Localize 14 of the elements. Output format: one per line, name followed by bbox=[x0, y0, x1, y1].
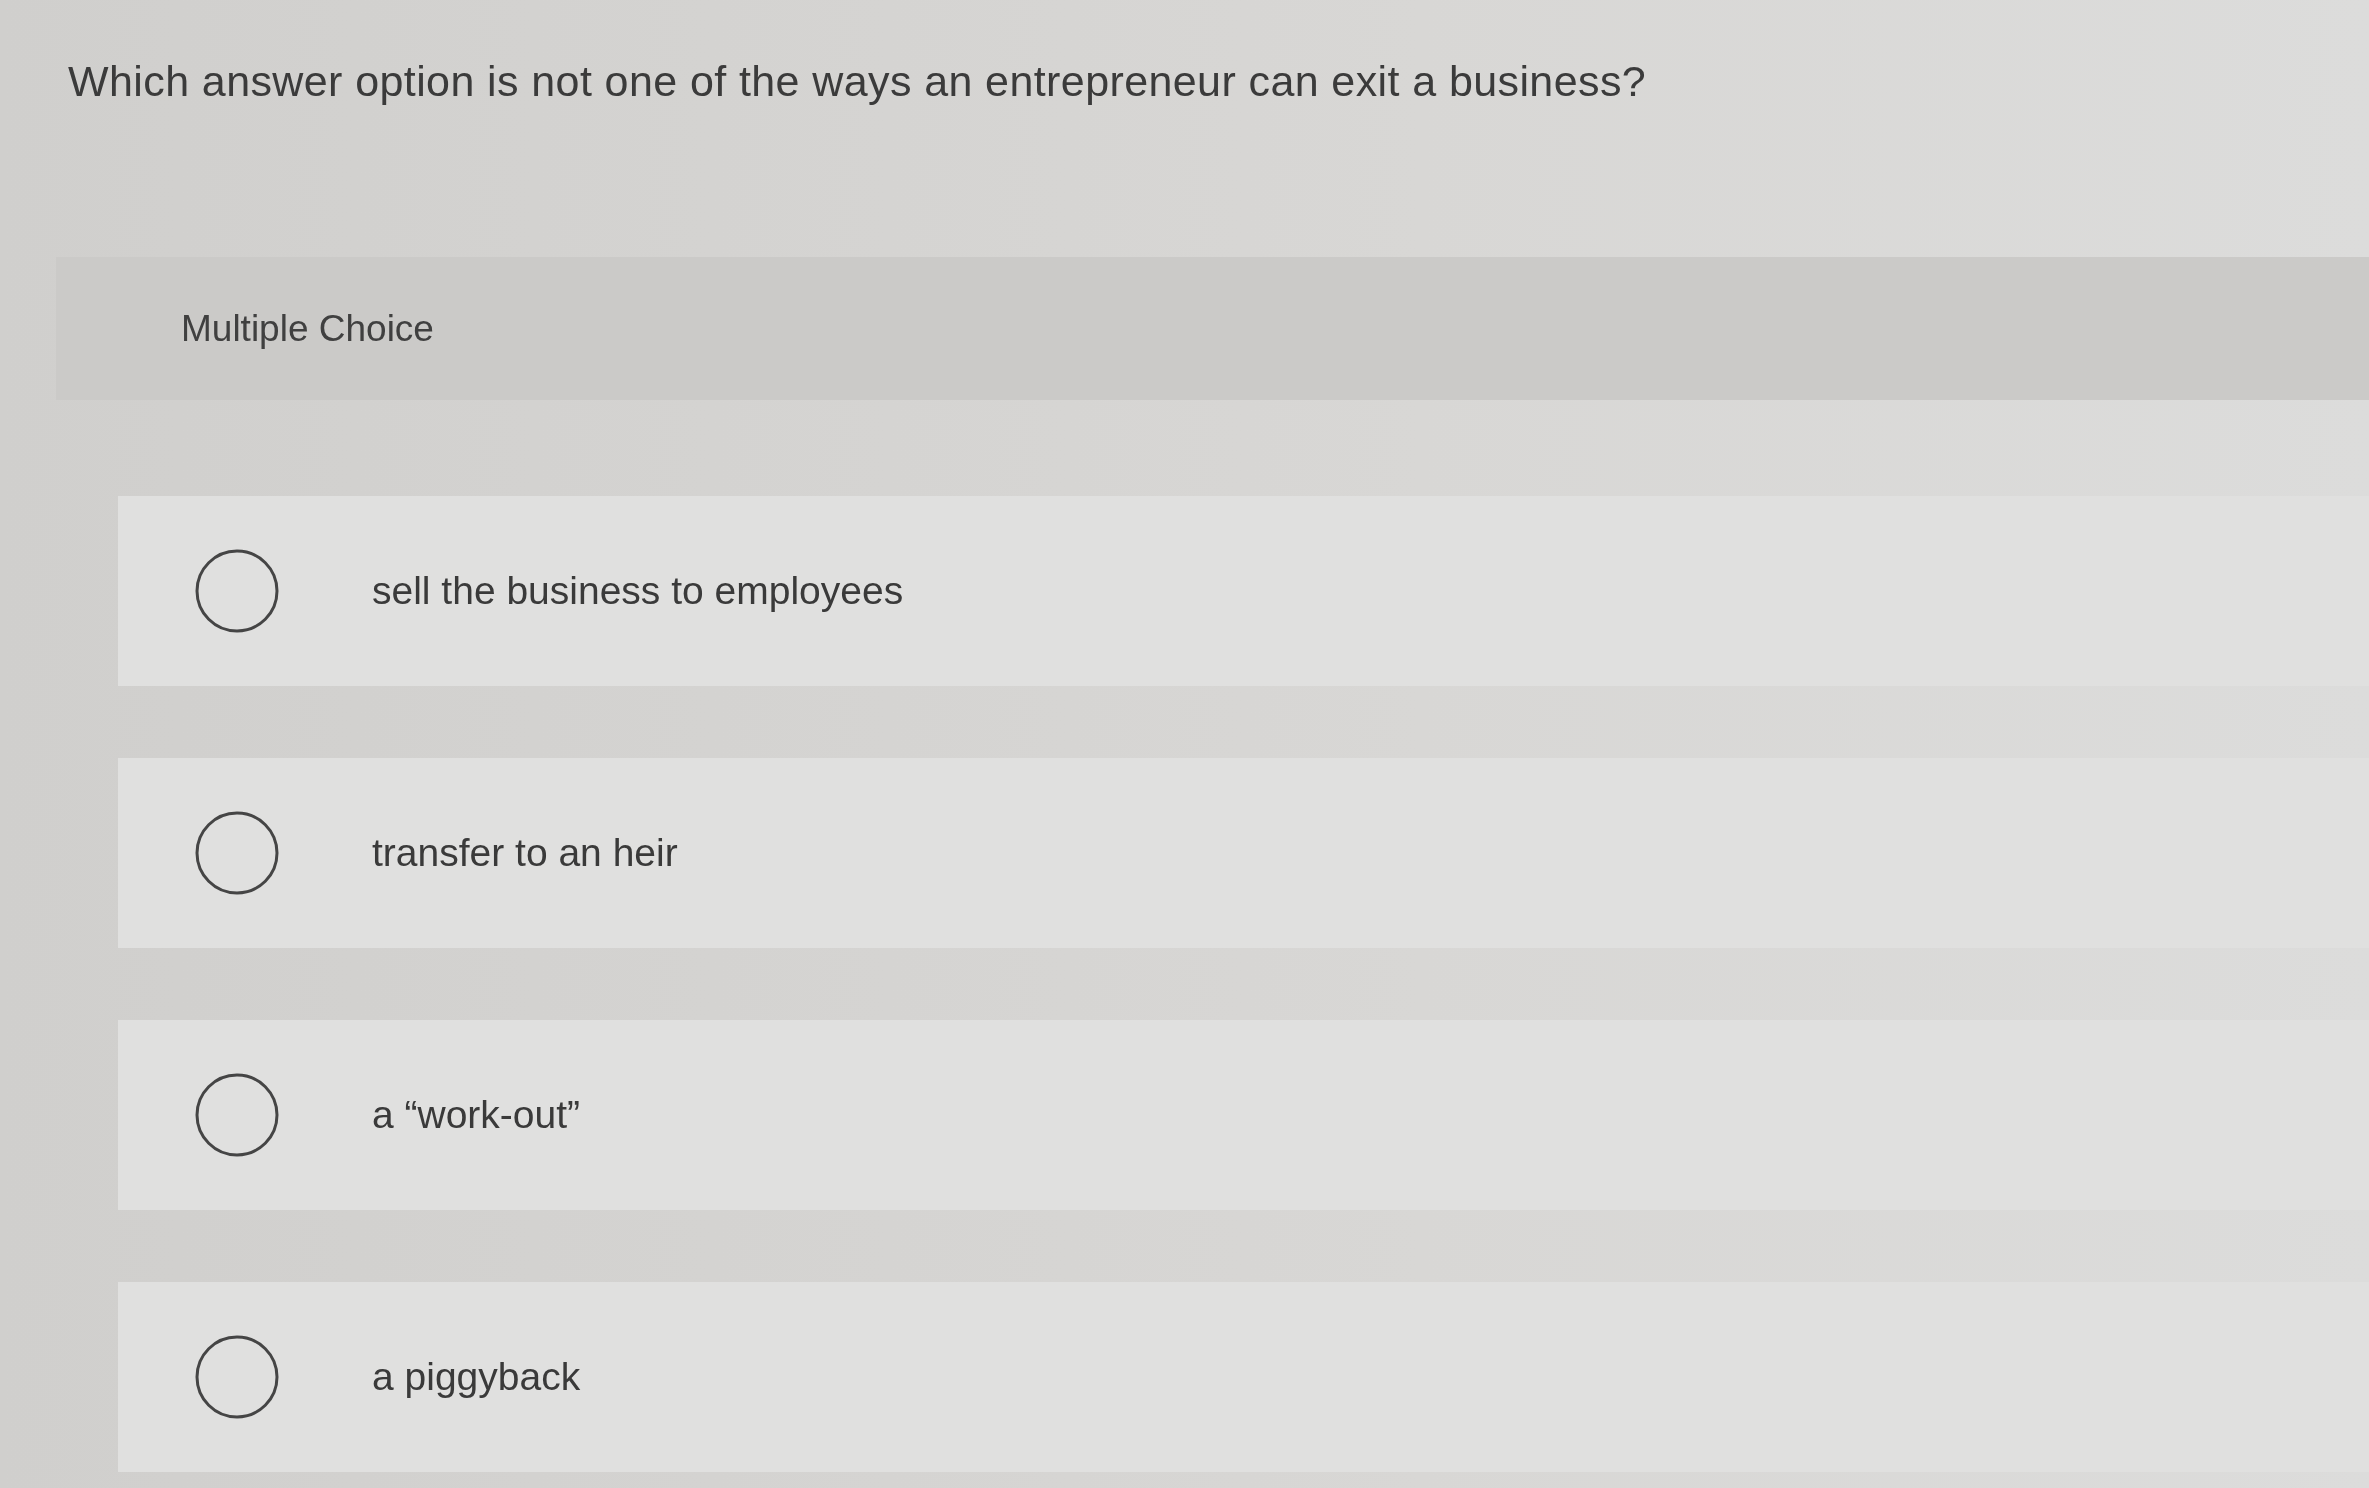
answer-option[interactable]: a “work-out” bbox=[118, 1020, 2369, 1210]
radio-button[interactable] bbox=[195, 549, 279, 633]
radio-button[interactable] bbox=[195, 1335, 279, 1419]
radio-button[interactable] bbox=[195, 811, 279, 895]
option-text: a piggyback bbox=[372, 1355, 581, 1399]
option-text: a “work-out” bbox=[372, 1093, 581, 1137]
option-text: transfer to an heir bbox=[372, 831, 678, 875]
answer-option[interactable]: transfer to an heir bbox=[118, 758, 2369, 948]
answer-option[interactable]: sell the business to employees bbox=[118, 496, 2369, 686]
radio-button[interactable] bbox=[195, 1073, 279, 1157]
answer-option[interactable]: a piggyback bbox=[118, 1282, 2369, 1472]
question-type-label: Multiple Choice bbox=[181, 307, 434, 350]
question-text: Which answer option is not one of the ways an entrepreneur can exit a business? bbox=[68, 56, 1648, 107]
option-text: sell the business to employees bbox=[372, 569, 904, 613]
